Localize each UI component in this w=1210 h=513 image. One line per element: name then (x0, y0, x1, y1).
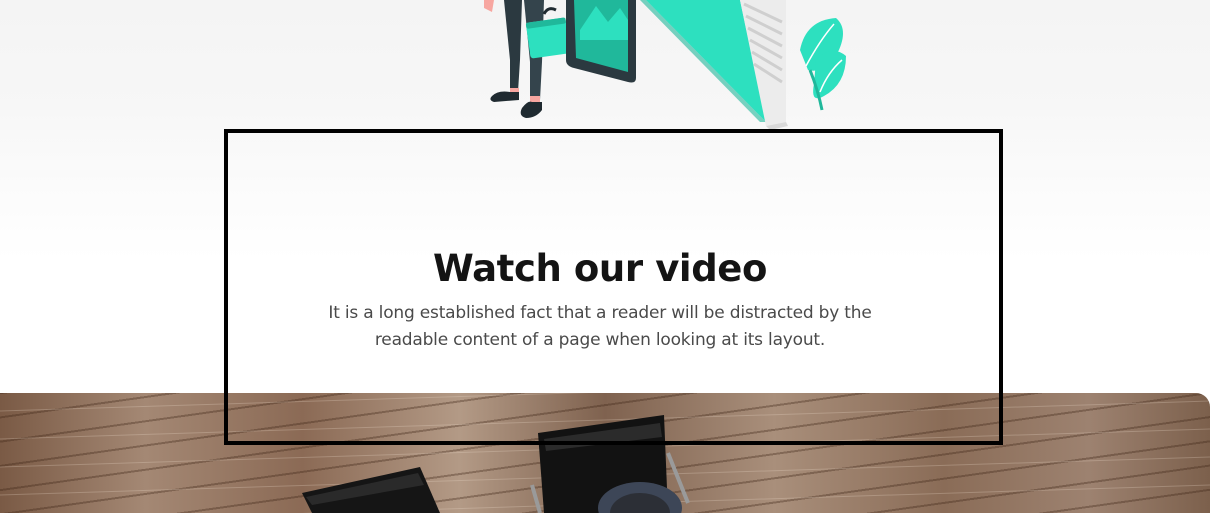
section-description: It is a long established fact that a rea… (328, 303, 872, 350)
hero-illustration (470, 0, 870, 130)
office-desk-photo-icon (0, 393, 1210, 513)
office-chair-left (302, 467, 440, 513)
video-poster-image[interactable] (0, 393, 1210, 513)
businessman-presentation-icon (484, 0, 846, 130)
section-title: Watch our video (433, 247, 767, 290)
